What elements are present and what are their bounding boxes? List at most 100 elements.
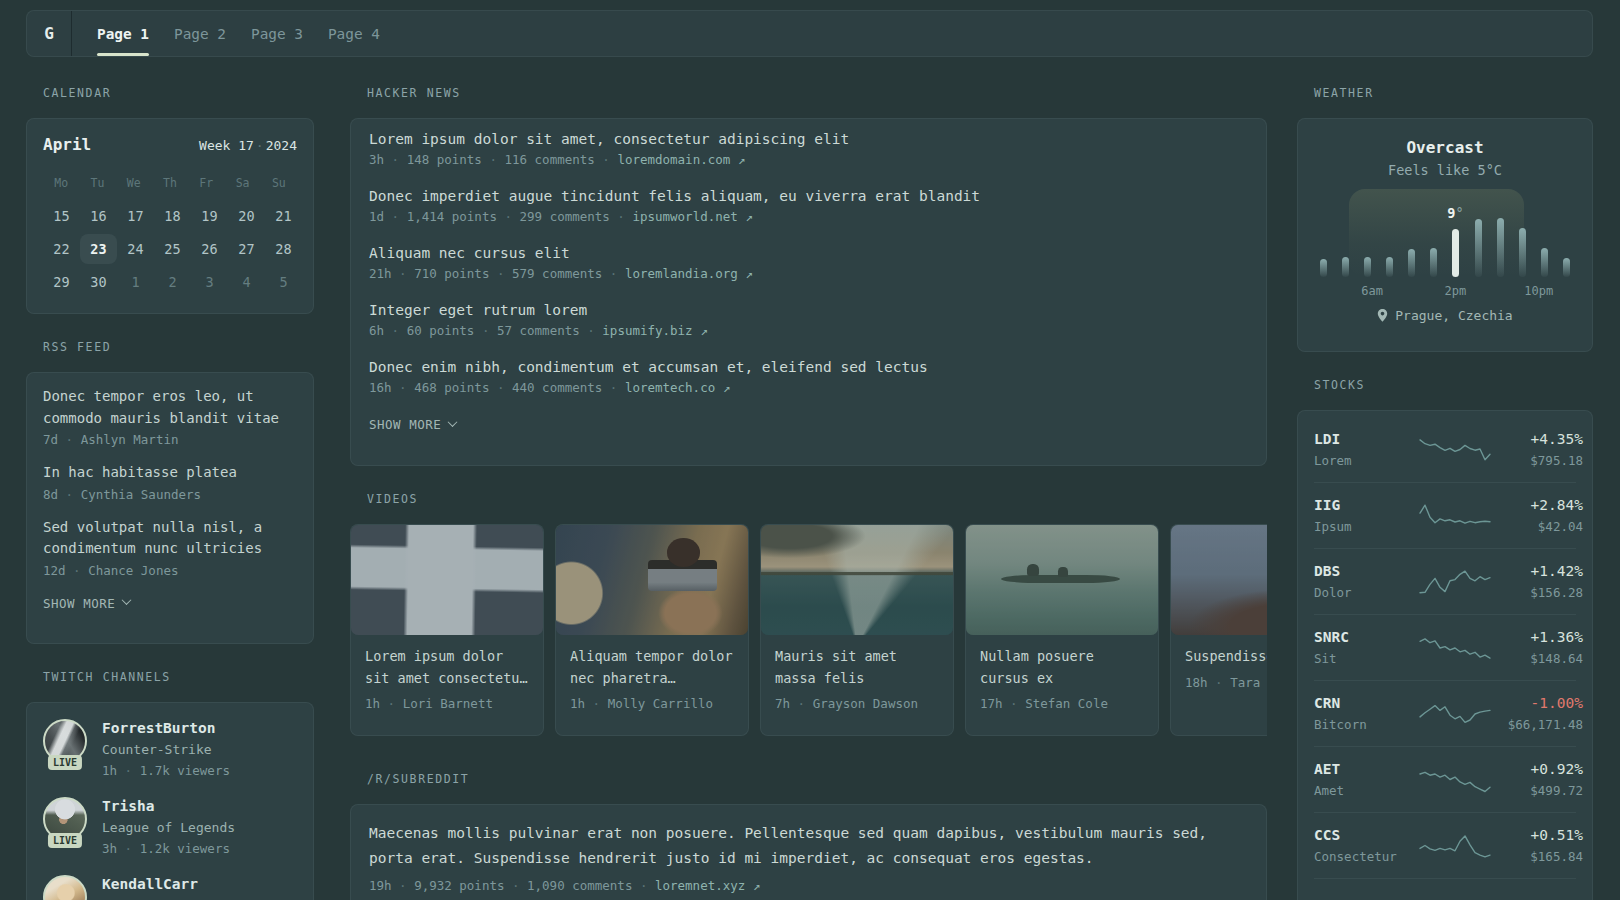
video-title[interactable]: Suspendisse diam (1185, 646, 1267, 668)
video-thumbnail[interactable] (556, 525, 748, 635)
meta-part: 1,090 comments (527, 878, 632, 893)
stock-ticker[interactable]: DBS (1314, 562, 1419, 581)
video-card-body: Mauris sit amet massa felis7h · Grayson … (761, 635, 953, 711)
calendar-day[interactable]: 22 (43, 232, 80, 265)
video-thumbnail[interactable] (1171, 525, 1267, 635)
channel-game[interactable]: League of Legends (102, 818, 235, 838)
calendar-day-selected[interactable]: 23 (80, 232, 117, 265)
hackernews-item-title[interactable]: Integer eget rutrum lorem (369, 300, 1248, 321)
video-channel[interactable]: Tara (1230, 675, 1260, 690)
calendar-day[interactable]: 20 (228, 199, 265, 232)
chevron-down-icon (122, 595, 132, 605)
video-thumbnail[interactable] (351, 525, 543, 635)
calendar-grid: 1516171819202122232425262728293012345 (43, 199, 297, 298)
source-domain-link[interactable]: ipsumworld.net ↗ (632, 209, 752, 224)
videos-row: Lorem ipsum dolor sit amet consectetu…1h… (350, 524, 1267, 736)
weather-bar (1430, 248, 1437, 277)
tab-page-3[interactable]: Page 3 (251, 11, 303, 56)
stock-ticker[interactable]: CRN (1314, 694, 1419, 713)
channel-name[interactable]: KendallCarr (102, 875, 198, 894)
calendar-day[interactable]: 1 (117, 265, 154, 298)
video-channel[interactable]: Molly Carrillo (608, 696, 713, 711)
calendar-day[interactable]: 18 (154, 199, 191, 232)
weather-bar (1364, 257, 1371, 277)
weather-location[interactable]: Prague, Czechia (1395, 308, 1512, 323)
source-domain-link[interactable]: loremtech.co ↗ (625, 380, 730, 395)
source-domain-link[interactable]: loremdomain.com ↗ (617, 152, 745, 167)
video-channel[interactable]: Lori Barnett (403, 696, 493, 711)
hackernews-item-title[interactable]: Donec enim nibh, condimentum et accumsan… (369, 357, 1248, 378)
stock-ticker[interactable]: CCS (1314, 826, 1419, 845)
stock-price: $66,171.48 (1491, 716, 1583, 733)
video-channel[interactable]: Stefan Cole (1025, 696, 1108, 711)
meta-part: 12d (43, 563, 66, 578)
calendar-day[interactable]: 29 (43, 265, 80, 298)
hackernews-widget: HACKER NEWS Lorem ipsum dolor sit amet, … (350, 86, 1267, 466)
meta-part: Cynthia Saunders (81, 487, 201, 502)
source-domain-link[interactable]: loremnet.xyz ↗ (655, 878, 760, 893)
calendar-day-number: 19 (191, 201, 228, 231)
stock-price: $156.28 (1491, 584, 1583, 601)
channel-avatar[interactable] (43, 875, 87, 900)
hackernews-item-title[interactable]: Aliquam nec cursus elit (369, 243, 1248, 264)
stock-ticker[interactable]: AET (1314, 760, 1419, 779)
channel-name[interactable]: Trisha (102, 797, 235, 816)
hackernews-item-title[interactable]: Lorem ipsum dolor sit amet, consectetur … (369, 129, 1248, 150)
video-title[interactable]: Nullam posuere cursus ex (980, 646, 1144, 689)
channel-meta: 1h · 1.7k viewers (102, 762, 230, 780)
meta-separator: · (1003, 696, 1026, 711)
calendar-day[interactable]: 4 (228, 265, 265, 298)
source-domain-link[interactable]: ipsumify.biz ↗ (602, 323, 707, 338)
calendar-day[interactable]: 16 (80, 199, 117, 232)
calendar-month[interactable]: April (43, 135, 91, 154)
viewer-count: 1.7k viewers (140, 763, 230, 778)
calendar-day[interactable]: 17 (117, 199, 154, 232)
calendar-day[interactable]: 15 (43, 199, 80, 232)
channel-name[interactable]: ForrestBurton (102, 719, 230, 738)
meta-separator: · (585, 696, 608, 711)
stock-ticker[interactable]: SNRC (1314, 628, 1419, 647)
hackernews-item-title[interactable]: Donec imperdiet augue tincidunt felis al… (369, 186, 1248, 207)
calendar-day[interactable]: 21 (265, 199, 302, 232)
tab-page-4[interactable]: Page 4 (328, 11, 380, 56)
stock-ticker[interactable]: LDI (1314, 430, 1419, 449)
rss-item-title[interactable]: Donec tempor eros leo, ut commodo mauris… (43, 386, 297, 429)
video-meta: 17h · Stefan Cole (980, 696, 1144, 711)
calendar-day[interactable]: 27 (228, 232, 265, 265)
video-thumbnail[interactable] (966, 525, 1158, 635)
video-channel[interactable]: Grayson Dawson (813, 696, 918, 711)
tab-page-1[interactable]: Page 1 (97, 11, 149, 56)
subreddit-post-title[interactable]: Maecenas mollis pulvinar erat non posuer… (369, 821, 1248, 871)
video-title[interactable]: Lorem ipsum dolor sit amet consectetu… (365, 646, 529, 689)
dashboard-content: CALENDAR April Week 17·2024 MoTuWeThFrSa… (26, 86, 1593, 900)
channel-game[interactable]: Counter-Strike (102, 740, 230, 760)
calendar-day[interactable]: 26 (191, 232, 228, 265)
hackernews-item: Donec enim nibh, condimentum et accumsan… (369, 357, 1248, 397)
calendar-day-number: 16 (80, 201, 117, 231)
calendar-day[interactable]: 28 (265, 232, 302, 265)
calendar-day[interactable]: 3 (191, 265, 228, 298)
show-more-button[interactable]: SHOW MORE (43, 596, 130, 611)
calendar-day[interactable]: 30 (80, 265, 117, 298)
app-logo[interactable]: G (27, 11, 72, 56)
rss-item-title[interactable]: In hac habitasse platea (43, 462, 297, 484)
show-more-button[interactable]: SHOW MORE (369, 417, 456, 432)
calendar-day[interactable]: 5 (265, 265, 302, 298)
external-link-icon: ↗ (723, 380, 731, 395)
source-domain-link[interactable]: loremlandia.org ↗ (625, 266, 753, 281)
video-title[interactable]: Mauris sit amet massa felis (775, 646, 939, 689)
calendar-day[interactable]: 2 (154, 265, 191, 298)
video-title[interactable]: Aliquam tempor dolor nec pharetra… (570, 646, 734, 689)
meta-separator: · (790, 696, 813, 711)
tab-page-2[interactable]: Page 2 (174, 11, 226, 56)
weather-bar (1408, 249, 1415, 277)
stock-change-percent: +0.92% (1491, 760, 1583, 779)
rss-item-title[interactable]: Sed volutpat nulla nisl, a condimentum n… (43, 517, 297, 560)
video-thumbnail[interactable] (761, 525, 953, 635)
calendar-day[interactable]: 19 (191, 199, 228, 232)
calendar-day[interactable]: 25 (154, 232, 191, 265)
stock-ticker[interactable]: IIG (1314, 496, 1419, 515)
sparkline-chart (1419, 831, 1491, 861)
thumbnail-overlay (556, 525, 748, 635)
calendar-day[interactable]: 24 (117, 232, 154, 265)
